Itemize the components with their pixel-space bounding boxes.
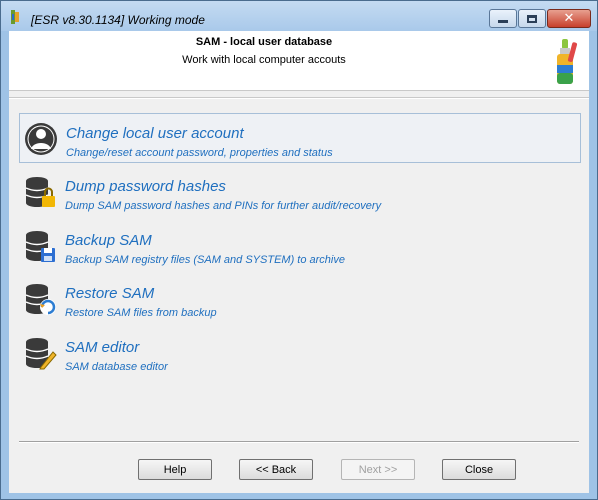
database-restore-icon [25,284,56,315]
option-title[interactable]: SAM editor [65,339,139,356]
option-description: SAM database editor [65,361,168,373]
page-title: SAM - local user database [195,36,333,48]
option-dump-password-hashes[interactable]: Dump password hashes Dump SAM password h… [19,167,581,217]
close-window-button[interactable]: ✕ [547,9,591,28]
window-title: [ESR v8.30.1134] Working mode [31,13,205,27]
option-title[interactable]: Backup SAM [65,232,152,249]
title-bar[interactable]: [ESR v8.30.1134] Working mode ✕ [1,1,597,31]
maximize-icon [527,14,537,23]
app-icon [11,10,19,24]
option-description: Restore SAM files from backup [65,307,217,319]
header-separator [9,97,589,99]
tools-brush-icon [557,39,578,84]
option-title[interactable]: Restore SAM [65,285,154,302]
close-icon: ✕ [563,11,575,26]
minimize-button[interactable] [489,9,517,28]
page-subtitle: Work with local computer accouts [182,54,346,66]
wizard-panel: SAM - local user database Work with loca… [9,31,589,493]
database-edit-icon [25,338,57,370]
option-title[interactable]: Dump password hashes [65,178,226,195]
option-description: Change/reset account password, propertie… [66,147,333,159]
help-button[interactable]: Help [138,459,212,480]
close-button[interactable]: Close [442,459,516,480]
option-description: Backup SAM registry files (SAM and SYSTE… [65,254,345,266]
next-button[interactable]: Next >> [341,459,415,480]
back-button[interactable]: << Back [239,459,313,480]
option-title[interactable]: Change local user account [66,125,244,142]
minimize-icon [498,20,508,23]
option-restore-sam[interactable]: Restore SAM Restore SAM files from backu… [19,274,581,324]
option-sam-editor[interactable]: SAM editor SAM database editor [19,328,581,378]
option-change-local-user-account[interactable]: Change local user account Change/reset a… [19,113,581,163]
database-lock-icon [25,177,55,207]
user-avatar-icon [25,123,57,155]
database-save-icon [25,231,55,262]
wizard-header: SAM - local user database Work with loca… [9,31,589,91]
maximize-button[interactable] [518,9,546,28]
option-backup-sam[interactable]: Backup SAM Backup SAM registry files (SA… [19,221,581,271]
app-window: [ESR v8.30.1134] Working mode ✕ SAM - lo… [0,0,598,500]
footer-separator [19,441,579,443]
option-description: Dump SAM password hashes and PINs for fu… [65,200,382,212]
